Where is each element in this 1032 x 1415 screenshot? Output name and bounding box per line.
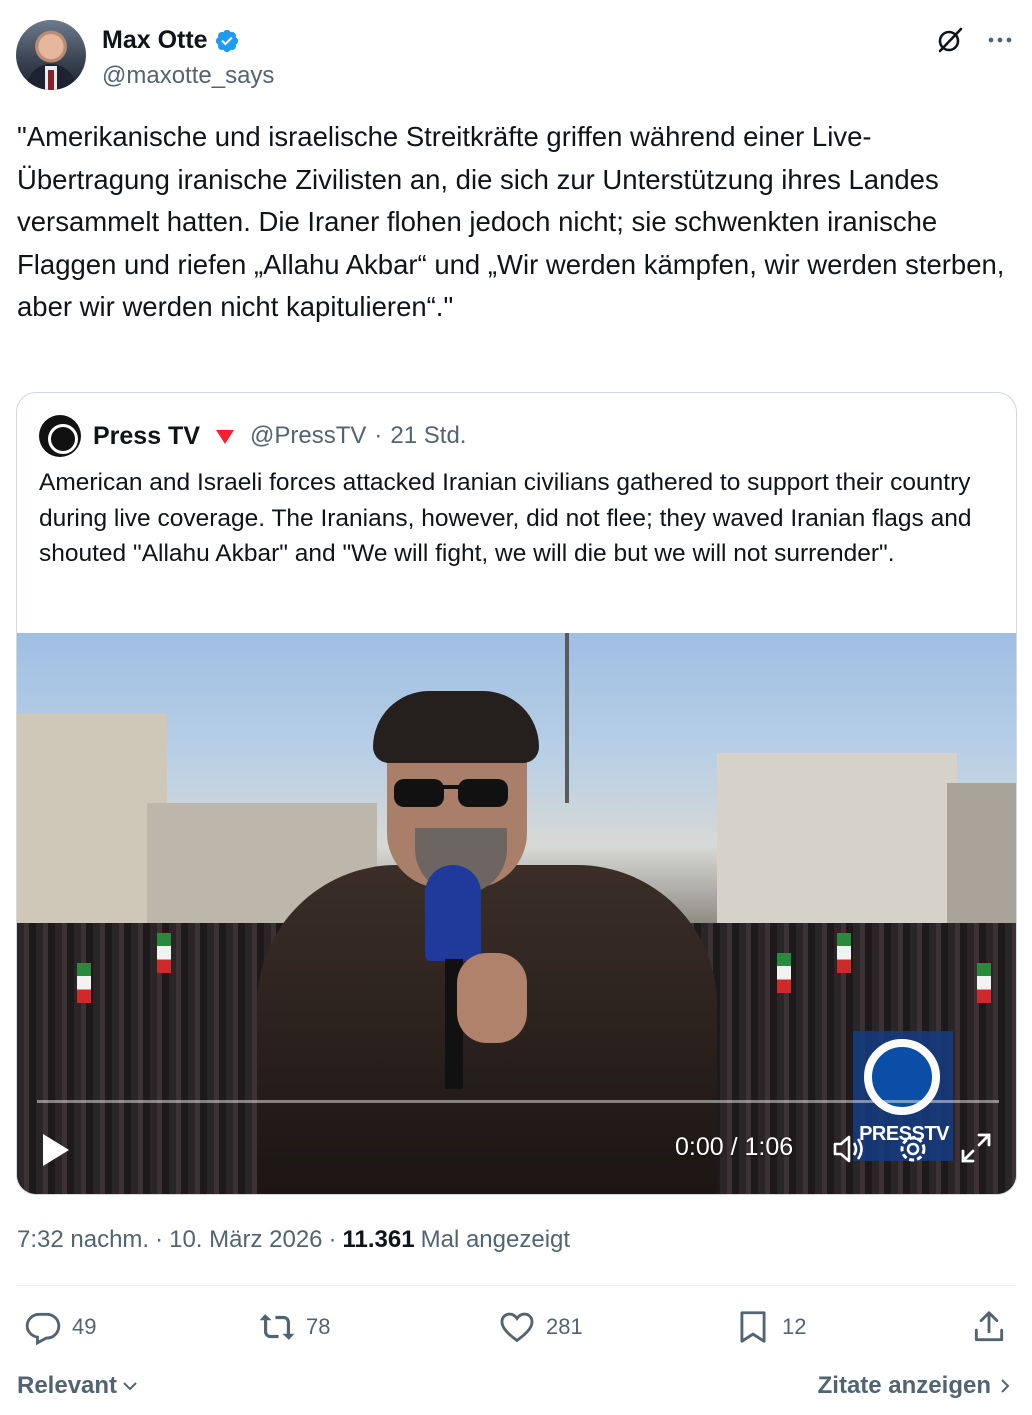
meta-separator: · (328, 1226, 337, 1253)
author-name-row: Max Otte (102, 26, 240, 55)
bookmark-count: 12 (782, 1314, 807, 1339)
divider (16, 1285, 1016, 1286)
view-count: 11.361 (342, 1226, 415, 1253)
sort-label: Relevant (17, 1372, 118, 1399)
sort-dropdown[interactable]: Relevant (17, 1372, 141, 1400)
verified-badge-icon (215, 29, 238, 52)
tweet-header: Max Otte @maxotte_says (16, 20, 1016, 92)
quoted-tweet-header: Press TV @PressTV · 21 Std. (39, 413, 466, 459)
header-actions (934, 24, 1016, 56)
action-bar: 49 78 281 12 (0, 1308, 1032, 1356)
grok-icon[interactable] (934, 24, 966, 56)
tweet-time[interactable]: 7:32 nachm. (17, 1226, 149, 1254)
replies-toolbar: Relevant Zitate anzeigen (17, 1370, 1015, 1406)
like-button[interactable]: 281 (498, 1308, 583, 1346)
state-affiliated-icon (216, 430, 235, 444)
settings-icon[interactable] (895, 1131, 931, 1167)
meta-separator: · (155, 1226, 164, 1253)
volume-icon[interactable] (831, 1131, 867, 1167)
repost-icon (259, 1314, 295, 1340)
video-controls: 0:00 / 1:06 (17, 1123, 1016, 1183)
quoted-author-handle[interactable]: @PressTV (250, 422, 366, 450)
reply-icon (25, 1312, 61, 1346)
quoted-author-name[interactable]: Press TV (93, 422, 200, 451)
fullscreen-icon[interactable] (959, 1131, 993, 1165)
chevron-right-icon (1001, 1379, 1010, 1393)
author-avatar[interactable] (16, 20, 86, 90)
video-player[interactable]: PRESSTV 0:00 / 1:06 (17, 633, 1016, 1194)
author-name[interactable]: Max Otte (102, 26, 208, 55)
more-icon[interactable] (984, 24, 1016, 56)
bookmark-icon (740, 1311, 766, 1343)
repost-count: 78 (306, 1314, 331, 1339)
share-button[interactable] (970, 1308, 1008, 1346)
view-count-label: Mal angezeigt (420, 1226, 571, 1253)
quoted-tweet-age[interactable]: 21 Std. (390, 422, 466, 450)
view-quotes-link[interactable]: Zitate anzeigen (818, 1372, 1015, 1400)
reply-button[interactable]: 49 (24, 1308, 96, 1346)
quoted-tweet[interactable]: Press TV @PressTV · 21 Std. American and… (16, 392, 1017, 1195)
video-time: 0:00 / 1:06 (675, 1133, 794, 1161)
tweet-date[interactable]: 10. März 2026 (169, 1226, 322, 1254)
quoted-author-avatar[interactable] (39, 415, 81, 457)
chevron-down-icon (123, 1382, 137, 1391)
author-handle[interactable]: @maxotte_says (102, 62, 274, 90)
video-progress-bar[interactable] (37, 1100, 999, 1103)
bookmark-button[interactable]: 12 (734, 1308, 806, 1346)
share-icon (974, 1311, 1004, 1342)
quotes-label: Zitate anzeigen (817, 1372, 991, 1399)
quoted-tweet-text: American and Israeli forces attacked Ira… (39, 469, 972, 567)
like-count: 281 (546, 1314, 583, 1339)
play-icon[interactable] (39, 1131, 73, 1169)
reply-count: 49 (72, 1314, 97, 1339)
tweet-text: "Amerikanische und israelische Streitkrä… (17, 121, 1005, 322)
repost-button[interactable]: 78 (258, 1308, 330, 1346)
quoted-separator: · (374, 422, 383, 449)
tweet-meta: 7:32 nachm. · 10. März 2026 · 11.361 Mal… (17, 1226, 570, 1254)
like-icon (500, 1312, 534, 1343)
